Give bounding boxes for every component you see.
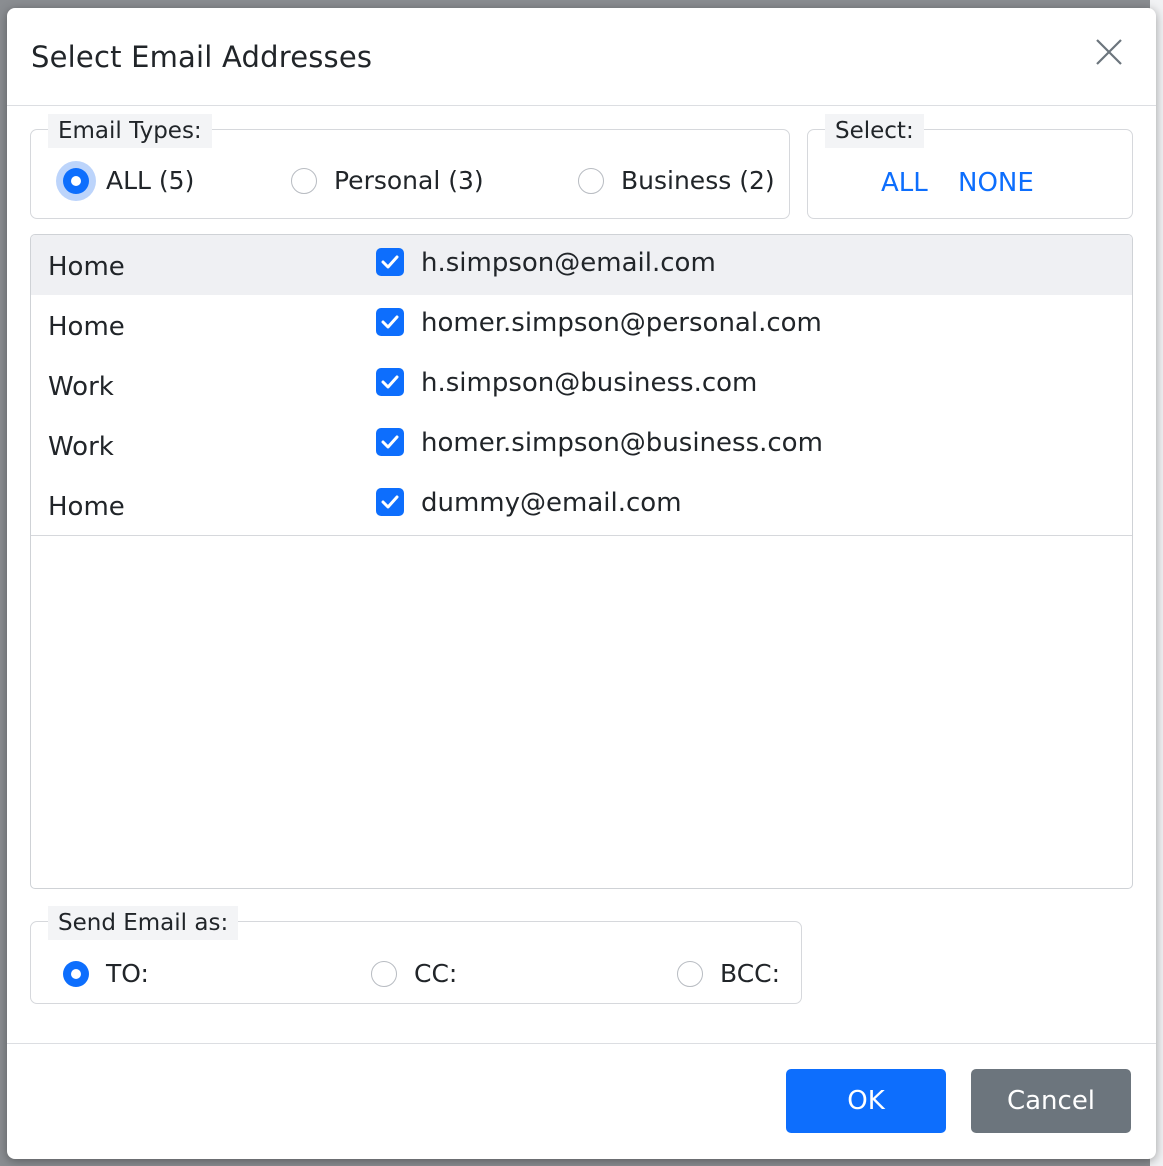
select-email-dialog: Select Email Addresses Email Types: ALL … [7,8,1156,1159]
email-type-all-radio[interactable] [63,167,89,194]
send-as-bcc-option[interactable]: BCC: [677,959,780,988]
email-type-all-label: ALL (5) [106,166,195,195]
email-checkbox[interactable] [376,368,404,396]
send-as-cc-option[interactable]: CC: [371,959,457,988]
select-none-link[interactable]: NONE [958,168,1034,198]
send-as-bcc-label: BCC: [720,959,781,988]
ok-button[interactable]: OK [786,1069,946,1133]
email-type-cell: Work [48,372,114,402]
email-row[interactable]: Home homer.simpson@personal.com [31,295,1132,355]
email-type-business-label: Business (2) [621,166,775,195]
send-as-to-option[interactable]: TO: [63,959,149,988]
email-type-business-option[interactable]: Business (2) [578,166,775,195]
email-type-cell: Home [48,252,125,282]
email-address: homer.simpson@personal.com [421,308,822,338]
checkmark-icon [381,315,399,329]
email-address: homer.simpson@business.com [421,428,823,458]
email-type-cell: Work [48,432,114,462]
dialog-header: Select Email Addresses [7,8,1156,106]
email-address: dummy@email.com [421,488,682,518]
email-list: Home h.simpson@email.com Home homer.simp… [30,234,1133,889]
email-type-personal-radio[interactable] [291,167,317,194]
footer-divider [7,1043,1156,1044]
email-address: h.simpson@email.com [421,248,716,278]
checkmark-icon [381,435,399,449]
send-as-cc-radio[interactable] [371,960,397,987]
send-as-bcc-radio[interactable] [677,960,703,987]
select-all-link[interactable]: ALL [881,168,928,198]
email-checkbox[interactable] [376,308,404,336]
email-row[interactable]: Home h.simpson@email.com [31,235,1132,295]
email-type-cell: Home [48,312,125,342]
close-icon [1096,39,1122,65]
send-as-to-radio[interactable] [63,960,89,987]
cancel-button[interactable]: Cancel [971,1069,1131,1133]
email-type-personal-option[interactable]: Personal (3) [291,166,484,195]
email-checkbox[interactable] [376,488,404,516]
email-row[interactable]: Work homer.simpson@business.com [31,415,1132,475]
dialog-title: Select Email Addresses [31,40,373,74]
send-as-to-label: TO: [106,959,149,988]
email-checkbox[interactable] [376,248,404,276]
email-type-personal-label: Personal (3) [334,166,484,195]
email-type-all-option[interactable]: ALL (5) [63,166,194,195]
email-checkbox[interactable] [376,428,404,456]
email-rows: Home h.simpson@email.com Home homer.simp… [31,235,1132,536]
email-address: h.simpson@business.com [421,368,758,398]
send-as-cc-label: CC: [414,959,458,988]
email-row[interactable]: Work h.simpson@business.com [31,355,1132,415]
email-type-cell: Home [48,492,125,522]
checkmark-icon [381,375,399,389]
close-button[interactable] [1091,34,1127,70]
send-as-legend: Send Email as: [48,906,239,940]
checkmark-icon [381,495,399,509]
email-row[interactable]: Home dummy@email.com [31,475,1132,535]
select-legend: Select: [825,114,924,148]
email-types-legend: Email Types: [48,114,212,148]
email-type-business-radio[interactable] [578,167,604,194]
checkmark-icon [381,255,399,269]
